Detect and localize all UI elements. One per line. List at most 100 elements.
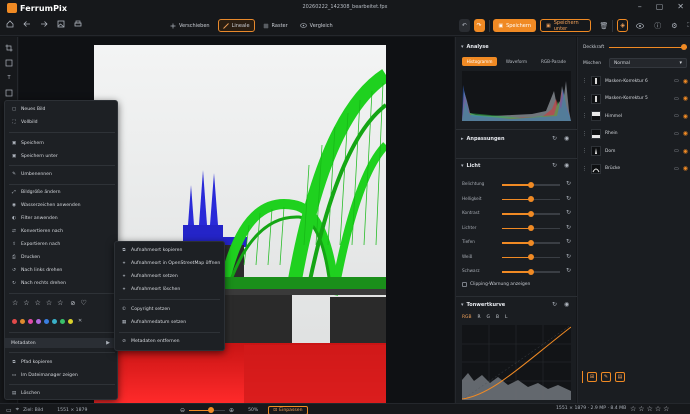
eye-icon[interactable]: ◉ [564,301,569,308]
zoom-slider[interactable] [189,407,226,413]
folder-icon[interactable]: ▭ [6,407,12,414]
visibility-eye-icon[interactable]: ◉ [683,148,688,155]
brush-mask-icon[interactable]: ✎ [601,372,611,382]
gradient-mask-icon[interactable]: ▤ [615,372,625,382]
slider-knob[interactable] [528,268,534,275]
channel-l[interactable]: L [505,315,507,320]
layer-item[interactable]: ⋮ Himmel ▭ ◉ [582,109,688,123]
reset-icon[interactable]: ↻ [552,135,557,142]
back-arrow-icon[interactable] [23,20,31,28]
star-5-icon[interactable]: ☆ [663,405,669,413]
visibility-eye-icon[interactable]: ◉ [683,130,688,137]
slider-knob[interactable] [528,181,534,188]
tone-curve-header[interactable]: ▾ Tonwertkurve [461,302,505,308]
fit-button[interactable]: ⊡ Einpassen [268,405,308,414]
drag-handle-icon[interactable]: ⋮ [582,96,587,102]
slider-reset-icon[interactable]: ↻ [566,238,571,245]
visibility-eye-icon[interactable]: ◉ [683,78,688,85]
adjust-icon[interactable] [4,58,14,68]
info-icon[interactable]: ⓘ [654,21,661,31]
slider-reset-icon[interactable]: ↻ [566,180,571,187]
image-icon[interactable] [57,20,65,28]
slider-reset-icon[interactable]: ↻ [566,253,571,260]
lock-icon[interactable]: ▭ [674,148,679,154]
menu-item-print[interactable]: ⎙ Drucken [5,252,117,262]
menu-item-show-in-file-manager[interactable]: ▭ Im Dateimanager zeigen [5,370,117,380]
slider-reset-icon[interactable]: ↻ [566,267,571,274]
save-as-button[interactable]: ▣ Speichern unter [540,19,592,32]
opacity-slider[interactable] [609,44,687,50]
tone-curve-chart[interactable] [462,325,571,400]
settings-icon[interactable]: ⚙ [671,22,677,30]
menu-item-save[interactable]: ▣ Speichern [5,138,117,148]
visibility-eye-icon[interactable]: ◉ [683,165,688,172]
crop-icon[interactable] [4,43,14,53]
tab-histogram[interactable]: Histogramm [462,57,497,66]
layer-item[interactable]: ⋮ Masken-Korrektur 6 ▭ ◉ [582,74,688,88]
slider-knob[interactable] [528,254,534,260]
shape-icon[interactable] [4,88,14,98]
home-icon[interactable] [6,20,14,28]
menu-item-rotate-left[interactable]: ↺ Nach links drehen [5,265,117,275]
clipping-checkbox[interactable] [462,282,467,287]
submenu-item-copy-location[interactable]: ⧉ Aufnahmeort kopieren [115,245,224,255]
star-2-icon[interactable]: ☆ [638,405,644,413]
tool-compare[interactable]: Vergleich [296,19,337,32]
opacity-knob[interactable] [681,44,687,50]
slider-knob[interactable] [528,239,534,246]
zoom-out-icon[interactable]: ⊖ [180,407,185,414]
slider-reset-icon[interactable]: ↻ [566,195,571,202]
reset-icon[interactable]: ↻ [552,301,557,308]
color-label-swatch[interactable] [12,318,17,324]
adjustments-header[interactable]: ▸ Anpassungen [461,136,505,142]
print-icon[interactable] [74,20,82,28]
visibility-eye-icon[interactable]: ◉ [683,113,688,120]
slider-knob[interactable] [528,196,534,202]
reject-icon[interactable]: ⊘ [70,300,75,307]
slider-knob[interactable] [528,225,534,231]
color-label-swatch[interactable] [36,318,41,324]
forward-arrow-icon[interactable] [40,20,48,28]
menu-item-save-as[interactable]: ▣ Speichern unter [5,151,117,161]
channel-b[interactable]: B [496,315,499,320]
channel-g[interactable]: G [487,315,490,320]
drag-handle-icon[interactable]: ⋮ [582,166,587,172]
layer-item[interactable]: ⋮ Rhein ▭ ◉ [582,127,688,141]
menu-item-filter[interactable]: ◐ Filter anwenden [5,213,117,223]
star-3-icon[interactable]: ☆ [35,299,41,307]
tool-rulers[interactable]: Lineale [217,19,255,32]
channel-rgb[interactable]: RGB [462,315,471,320]
star-1-icon[interactable]: ☆ [12,299,18,307]
star-3-icon[interactable]: ☆ [647,405,653,413]
star-4-icon[interactable]: ☆ [655,405,661,413]
maximize-icon[interactable]: ▢ [656,2,664,11]
lock-icon[interactable]: ▭ [674,78,679,84]
menu-item-rotate-right[interactable]: ↻ Nach rechts drehen [5,278,117,288]
zoom-in-icon[interactable]: ⊕ [229,407,234,414]
layer-item[interactable]: ⋮ Masken-Korrektur 5 ▭ ◉ [582,92,688,106]
submenu-item-set-date[interactable]: ▦ Aufnahmedatum setzen [115,317,224,327]
drag-handle-icon[interactable]: ⋮ [582,148,587,154]
submenu-item-open-osm[interactable]: ⌖ Aufnahmeort in OpenStreetMap öffnen [115,258,224,268]
tab-waveform[interactable]: Waveform [499,57,534,66]
clipping-warning-option[interactable]: Clipping-Warnung anzeigen [462,282,530,287]
add-mask-icon[interactable]: ⊞ [587,372,597,382]
close-icon[interactable]: ✕ [677,2,684,11]
clear-color-icon[interactable]: ✕ [78,318,82,324]
menu-item-metadata[interactable]: Metadaten ▶ [5,338,117,348]
submenu-item-delete-location[interactable]: ⌖ Aufnahmeort löschen [115,284,224,294]
star-2-icon[interactable]: ☆ [23,299,29,307]
channel-r[interactable]: R [477,315,480,320]
star-1-icon[interactable]: ☆ [630,405,636,413]
eye-icon[interactable]: ◉ [564,162,569,169]
lock-icon[interactable]: ▭ [674,113,679,119]
zoom-knob[interactable] [208,407,215,413]
menu-item-fullscreen[interactable]: ⛶ Vollbild [5,117,117,127]
preview-icon[interactable] [636,22,645,29]
menu-item-rename[interactable]: ✎ Umbenennen [5,169,117,179]
layers-toggle-button[interactable]: ◈ [617,19,629,32]
layer-item[interactable]: ⋮ Dom ▭ ◉ [582,144,688,158]
heart-icon[interactable]: ♡ [80,299,86,307]
text-icon[interactable]: T [4,73,14,83]
eye-icon[interactable]: ◉ [564,135,569,142]
